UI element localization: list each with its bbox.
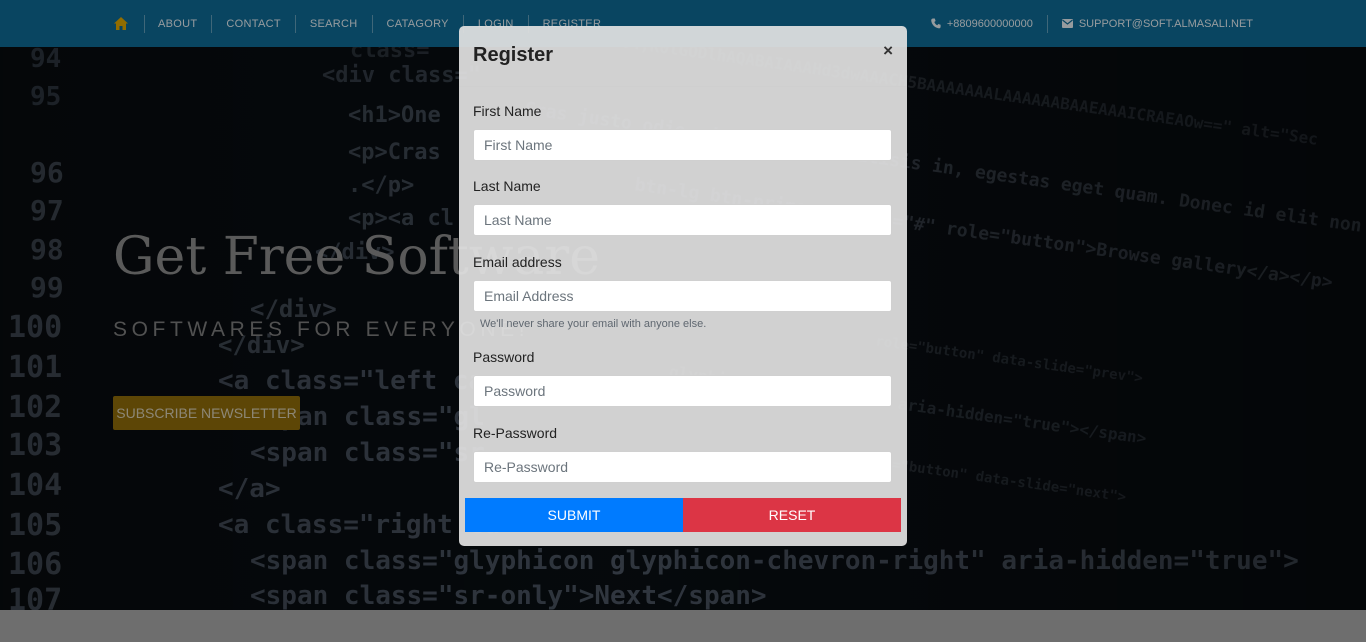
re-password-label: Re-Password	[473, 425, 558, 441]
last-name-input[interactable]	[473, 204, 892, 236]
modal-title: Register	[473, 44, 554, 66]
last-name-label: Last Name	[473, 178, 541, 194]
email-help-text: We'll never share your email with anyone…	[480, 318, 707, 330]
email-label: Email address	[473, 254, 562, 270]
submit-button[interactable]: SUBMIT	[465, 498, 683, 532]
password-input[interactable]	[473, 375, 892, 407]
first-name-label: First Name	[473, 103, 542, 119]
first-name-input[interactable]	[473, 129, 892, 161]
re-password-input[interactable]	[473, 451, 892, 483]
modal-header: Register ×	[459, 26, 907, 87]
register-modal: Register × First Name Last Name Email ad…	[459, 26, 907, 546]
email-input[interactable]	[473, 280, 892, 312]
password-label: Password	[473, 349, 535, 365]
close-icon[interactable]: ×	[883, 42, 893, 60]
reset-button[interactable]: RESET	[683, 498, 901, 532]
